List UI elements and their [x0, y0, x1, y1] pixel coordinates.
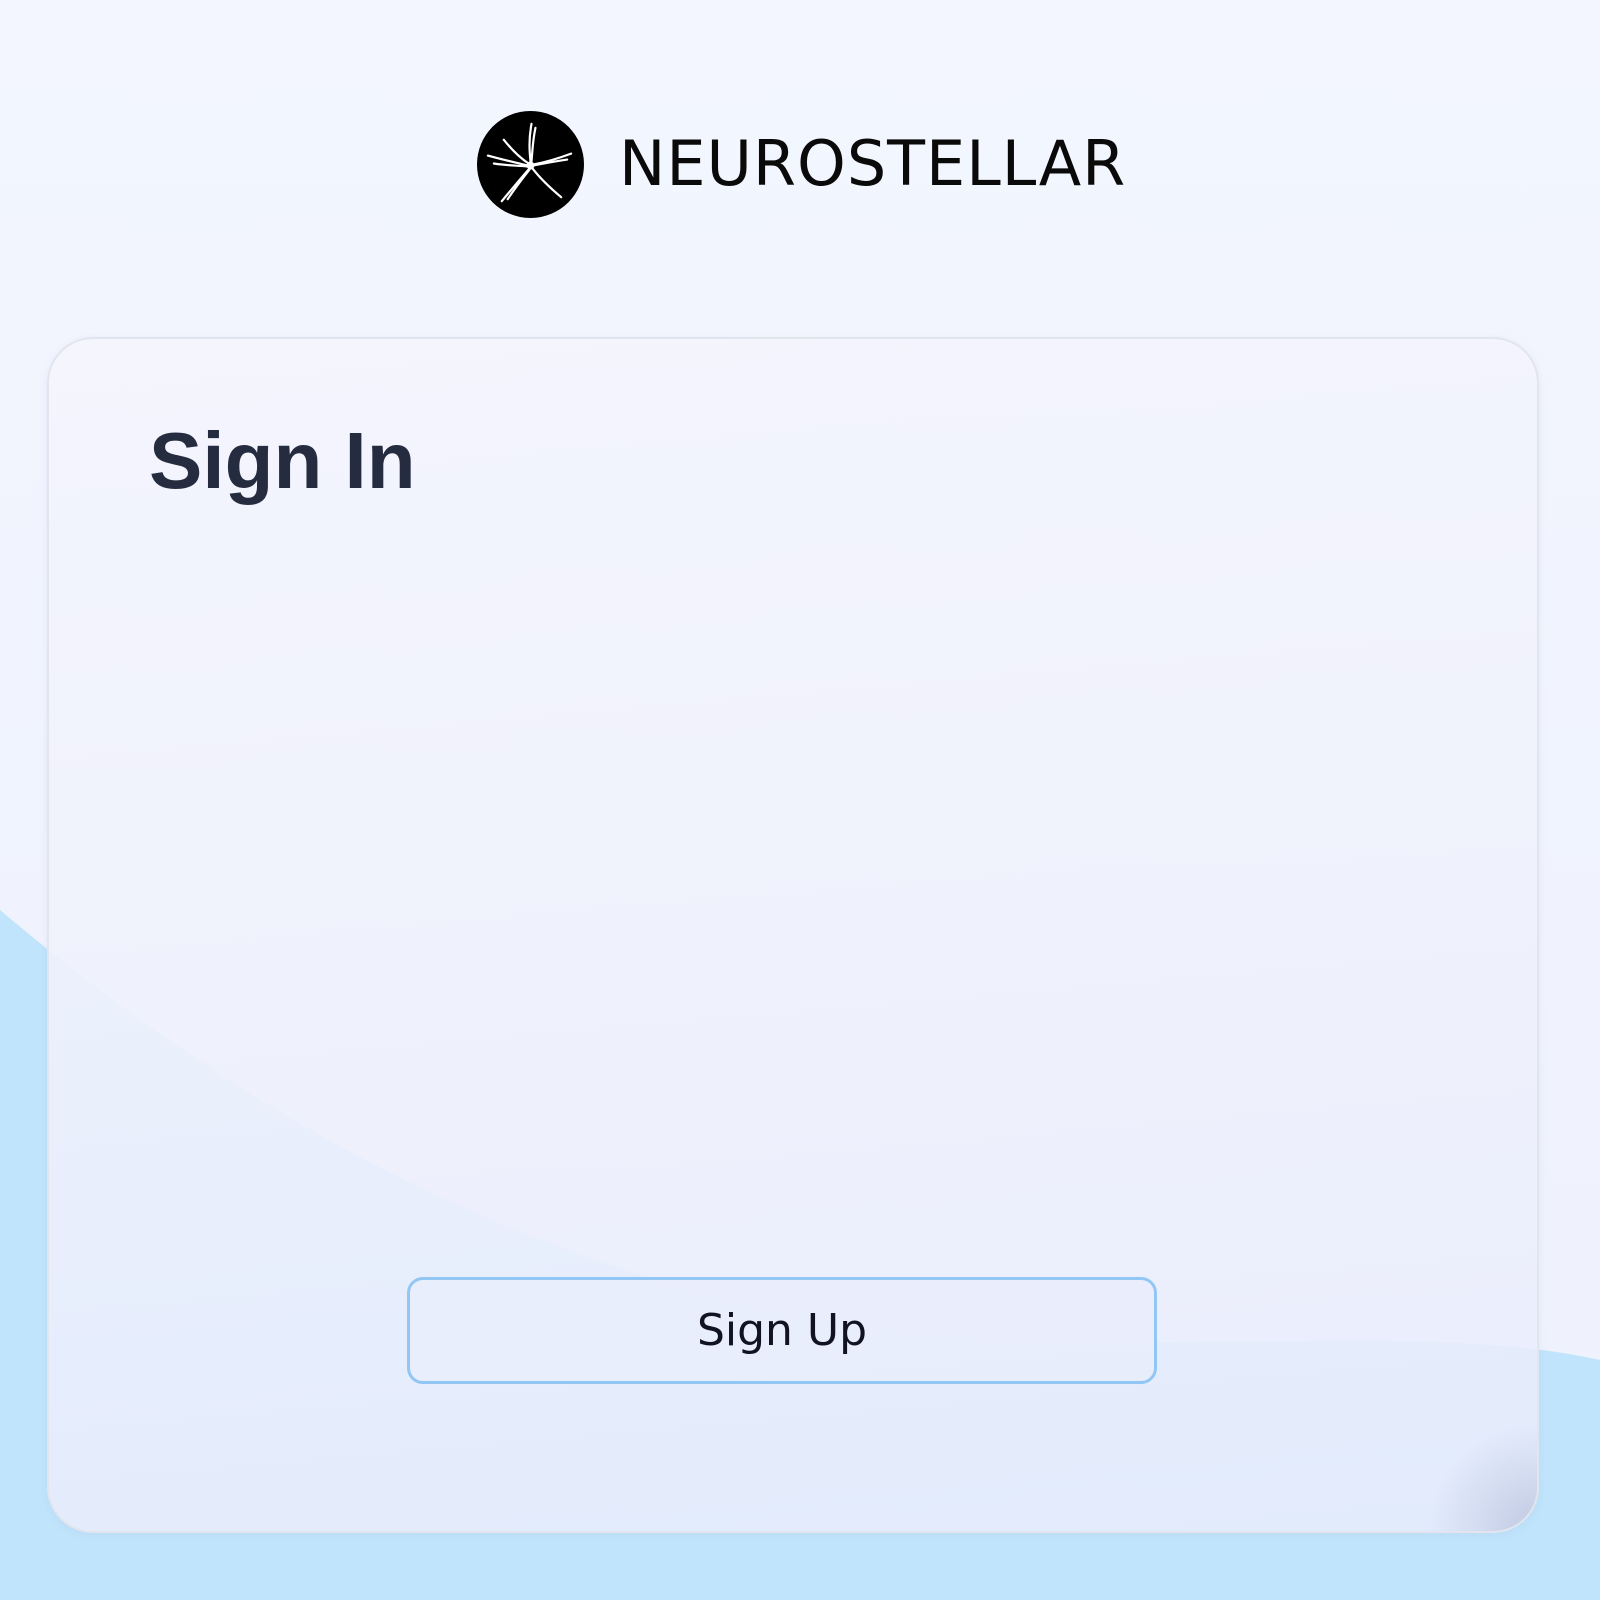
- page-title: Sign In: [149, 416, 416, 505]
- sign-up-button[interactable]: Sign Up: [407, 1277, 1157, 1384]
- brand-name: NEUROSTELLAR: [619, 127, 1127, 200]
- sign-in-card: Sign In Sign Up: [47, 337, 1539, 1533]
- brand-header: NEUROSTELLAR: [476, 109, 1126, 219]
- neuron-star-logo-icon: [476, 110, 585, 218]
- card-corner-texture: [1427, 1421, 1537, 1531]
